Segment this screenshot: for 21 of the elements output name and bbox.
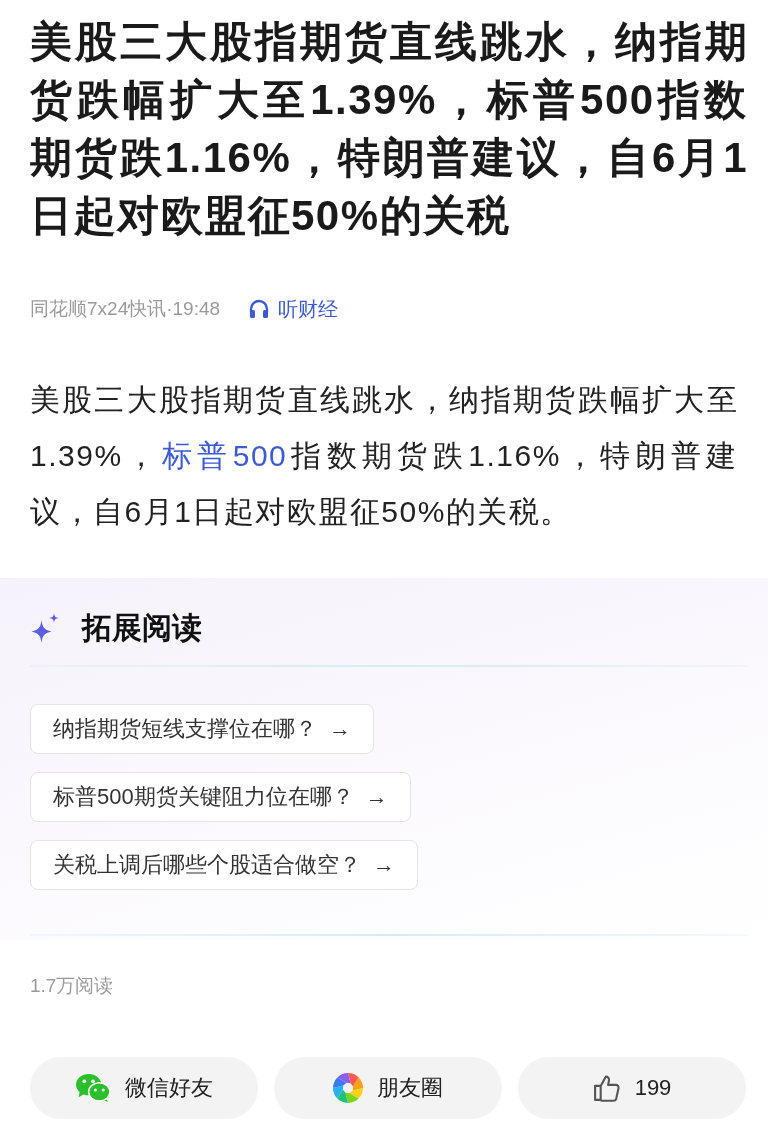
- article-body: 美股三大股指期货直线跳水，纳指期货跌幅扩大至1.39%，标普500指数期货跌1.16%，特朗普建议，自6月1日起对欧盟征50%的关税。: [30, 382, 738, 530]
- source-time: 同花顺7x24快讯·19:48: [30, 297, 221, 321]
- headphones-icon: [248, 298, 271, 320]
- arrow-icon: →: [329, 716, 351, 742]
- aperture-icon: [333, 1073, 363, 1103]
- listen-button[interactable]: 听财经: [248, 295, 339, 323]
- section-heading: 拓展阅读: [82, 610, 202, 646]
- thumbs-up-icon: [592, 1074, 621, 1102]
- read-count: 1.7万阅读: [30, 974, 114, 998]
- arrow-icon: →: [365, 784, 388, 810]
- suggested-question-button[interactable]: 标普500期货关键阻力位在哪？ →: [30, 772, 411, 822]
- like-button[interactable]: 199: [518, 1057, 746, 1119]
- stock-link[interactable]: 标普500: [161, 439, 288, 472]
- article-title: 美股三大股指期货直线跳水，纳指期货跌幅扩大至1.39%，标普500指数期货跌1.16%，特朗普建议，自6月1日起对欧盟征50%的关税: [29, 17, 749, 241]
- share-button[interactable]: 朋友圈: [274, 1057, 502, 1119]
- arrow-icon: →: [373, 852, 395, 878]
- suggested-question-button[interactable]: 关税上调后哪些个股适合做空？ →: [30, 840, 418, 890]
- share-button[interactable]: 微信好友: [30, 1057, 258, 1119]
- chat-bubbles-icon: [75, 1073, 111, 1103]
- sparkle-icon: [30, 612, 60, 644]
- suggested-question-button[interactable]: 纳指期货短线支撑位在哪？ →: [30, 704, 374, 754]
